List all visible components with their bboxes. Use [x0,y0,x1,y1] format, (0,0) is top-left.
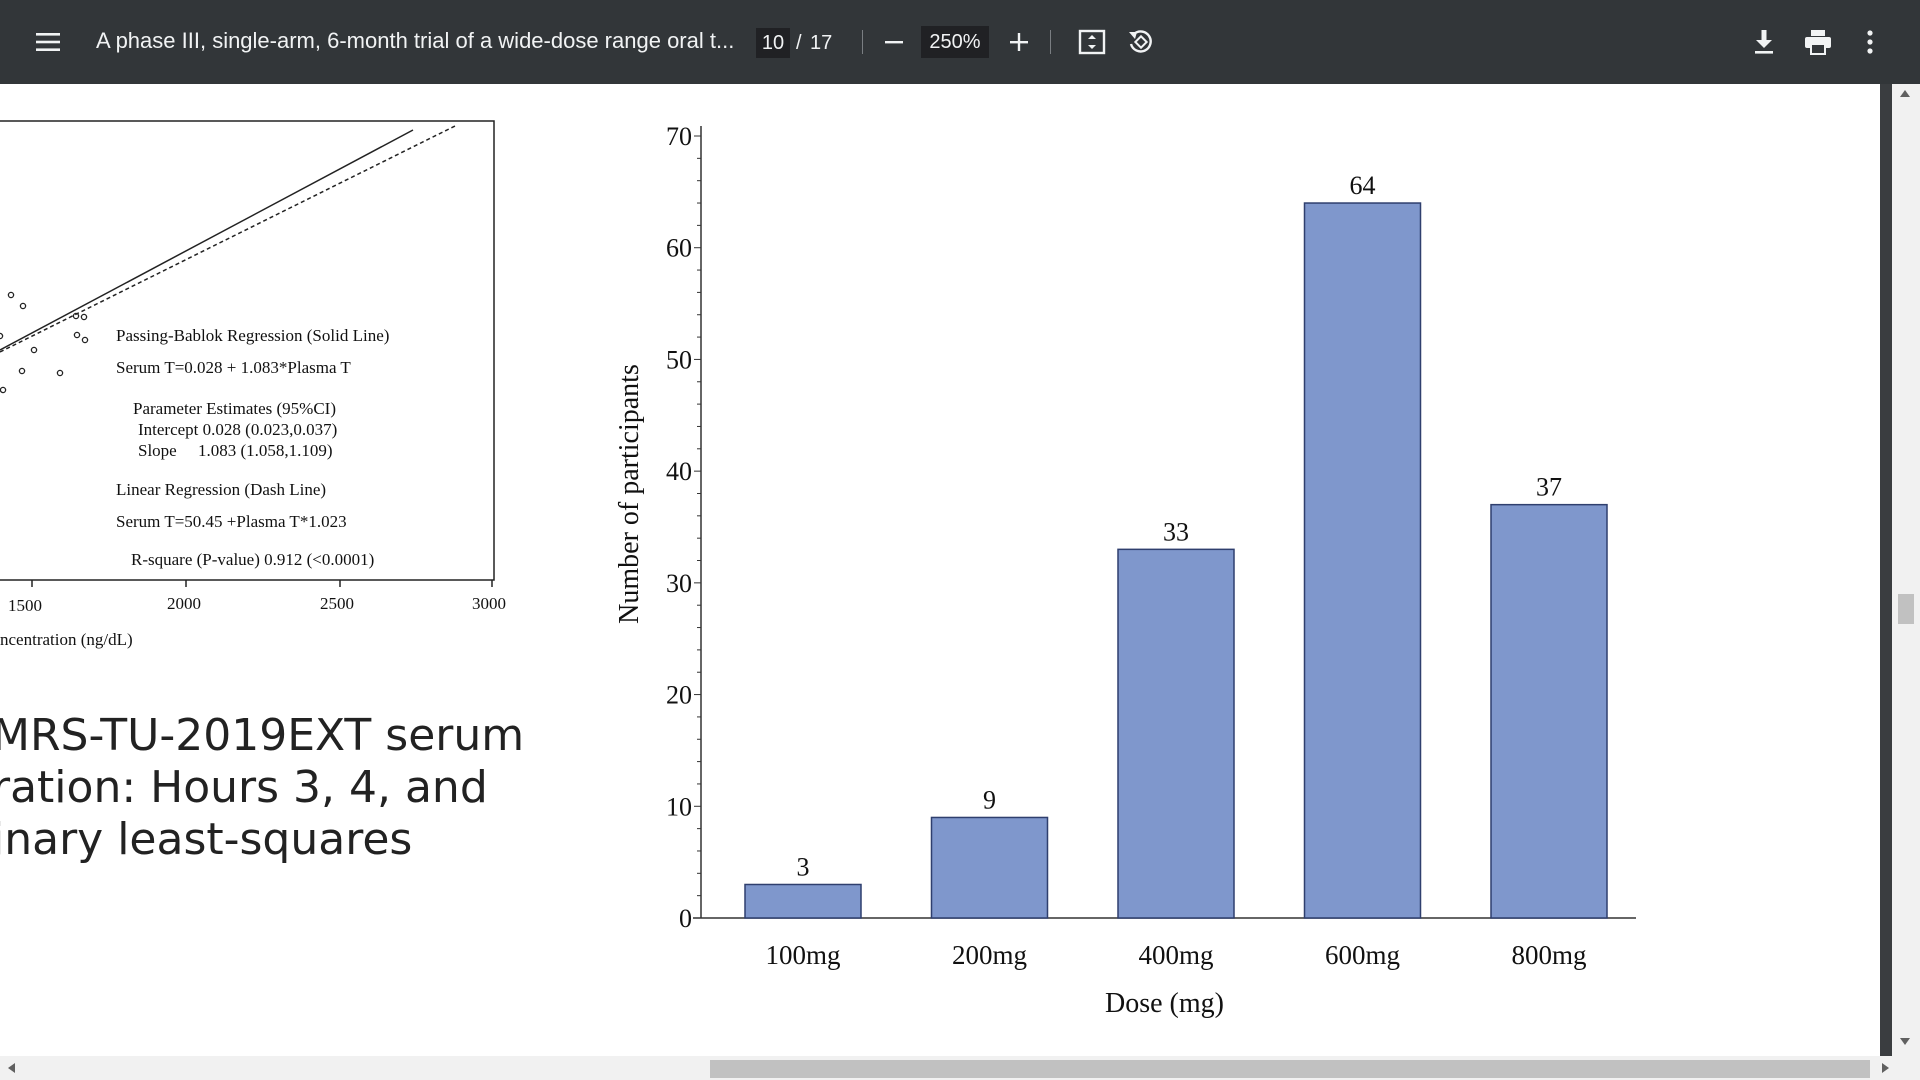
regression-annotation: Parameter Estimates (95%CI) [133,399,336,418]
pdf-toolbar: A phase III, single-arm, 6-month trial o… [0,0,1920,84]
x-category-label: 400mg [1138,940,1213,970]
linear-regression-line [0,125,456,353]
y-tick-label: 70 [666,122,692,151]
x-category-label: 100mg [765,940,840,970]
zoom-in-icon[interactable] [1003,26,1035,58]
figure-caption-line: MRS-TU-2019EXT serum [0,710,525,761]
scroll-up-icon[interactable] [1900,90,1910,97]
regression-annotation: R-square (P-value) 0.912 (<0.0001) [131,550,375,569]
x-category-label: 800mg [1511,940,1586,970]
horizontal-scroll-thumb[interactable] [710,1060,1870,1078]
x-tick-label: 1500 [8,596,42,615]
download-icon[interactable] [1746,24,1782,60]
page-number-input[interactable]: 10 [756,28,790,58]
regression-annotation: Intercept 0.028 (0.023,0.037) [138,420,338,439]
horizontal-scrollbar[interactable] [0,1056,1880,1080]
toolbar-divider [862,30,863,54]
x-category-label: 200mg [952,940,1027,970]
page-total: 17 [810,32,833,54]
x-axis-label: ncentration (ng/dL) [0,630,133,649]
page-edge-shadow [1880,84,1892,1056]
y-tick-label: 30 [666,569,692,598]
rotate-icon[interactable] [1122,24,1158,60]
vertical-scroll-thumb[interactable] [1898,594,1914,624]
x-axis-title: Dose (mg) [1105,988,1224,1019]
bar [744,883,862,919]
x-axis-ticks [31,580,493,587]
document-title: A phase III, single-arm, 6-month trial o… [96,28,735,53]
regression-annotation: Serum T=50.45 +Plasma T*1.023 [116,512,347,531]
regression-annotation: Slope 1.083 (1.058,1.109) [138,441,333,460]
bar-data-label: 9 [983,785,996,814]
bar [930,816,1049,919]
bar-data-label: 64 [1350,171,1376,200]
toolbar-divider [1050,30,1051,54]
x-tick-label: 2500 [320,594,354,613]
x-category-label: 600mg [1325,940,1400,970]
bar [1117,548,1235,919]
more-vert-icon[interactable] [1856,24,1884,60]
y-tick-label: 60 [666,234,692,263]
bar [1303,202,1422,919]
regression-annotation: Passing-Bablok Regression (Solid Line) [116,326,390,345]
y-axis-title: Number of participants [614,364,645,624]
scroll-right-icon[interactable] [1882,1063,1889,1073]
y-tick-label: 20 [666,681,692,710]
pdf-page: Passing-Bablok Regression (Solid Line) S… [0,84,1880,1056]
zoom-level-input[interactable]: 250% [921,26,989,58]
bar-data-label: 37 [1536,473,1562,502]
y-tick-label: 50 [666,345,692,374]
fit-page-icon[interactable] [1074,24,1110,60]
passing-bablok-line [0,129,414,351]
bar-data-label: 3 [797,852,810,881]
bar-data-label: 33 [1163,517,1189,546]
regression-annotation: Serum T=0.028 + 1.083*Plasma T [116,358,351,377]
figure-caption-line: ration: Hours 3, 4, and [0,762,488,813]
page-separator: / [796,32,802,54]
print-icon[interactable] [1800,24,1836,60]
bar-chart: 0 10 20 30 40 50 60 70 3 100mg 9 200mg 33 400mg 64 600m… [614,122,1636,1019]
y-tick-label: 0 [679,904,692,933]
scrollbar-corner [1880,1056,1920,1080]
regression-figure: Passing-Bablok Regression (Solid Line) S… [0,84,520,649]
regression-annotation: Linear Regression (Dash Line) [116,480,327,499]
zoom-out-icon[interactable] [878,26,910,58]
menu-icon[interactable] [30,26,66,58]
y-tick-label: 10 [666,792,692,821]
vertical-scrollbar[interactable] [1880,84,1920,1056]
x-tick-label: 2000 [167,594,201,613]
figure-caption-line: inary least-squares [0,814,413,865]
bar [1490,503,1608,919]
y-tick-label: 40 [666,457,692,486]
scroll-down-icon[interactable] [1900,1038,1910,1045]
x-tick-label: 3000 [472,594,506,613]
scroll-left-icon[interactable] [8,1063,15,1073]
